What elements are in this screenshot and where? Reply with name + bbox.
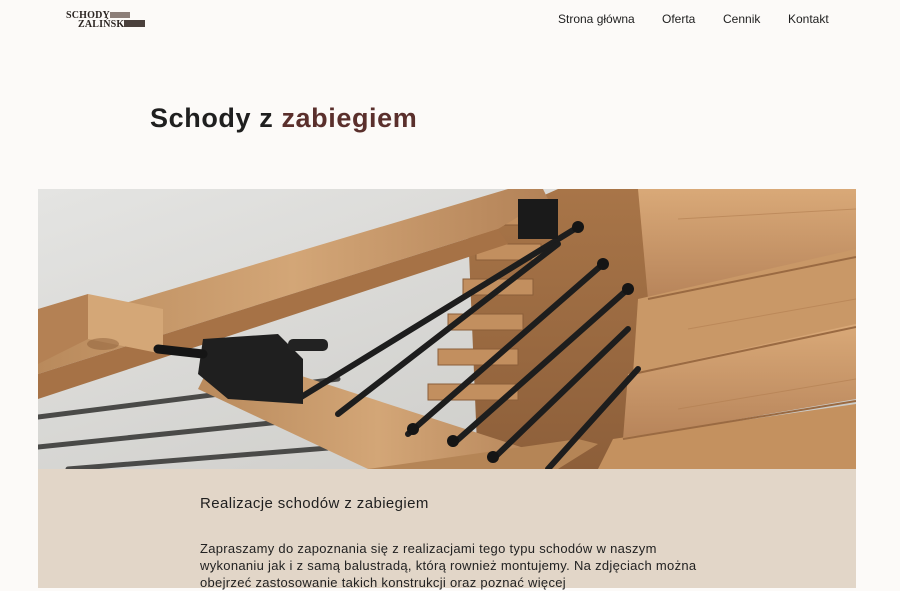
staircase-photo-illustration xyxy=(38,189,856,469)
nav-link-home[interactable]: Strona główna xyxy=(558,11,635,27)
nav-link-contact[interactable]: Kontakt xyxy=(788,11,829,27)
hero-image-stairs xyxy=(38,189,856,469)
page-title-accent: zabiegiem xyxy=(281,103,418,133)
nav-link-pricing[interactable]: Cennik xyxy=(723,11,760,27)
section-description: Zapraszamy do zapoznania się z realizacj… xyxy=(200,541,697,590)
site-header: SCHODY ZALIŃSKI Strona główna Oferta Cen… xyxy=(0,0,900,40)
page-title-plain: Schody z xyxy=(150,103,282,133)
main-nav: Strona główna Oferta Cennik Kontakt xyxy=(0,11,900,27)
section-title: Realizacje schodów z zabiegiem xyxy=(200,495,429,512)
page-title: Schody z zabiegiem xyxy=(150,100,417,136)
nav-link-offer[interactable]: Oferta xyxy=(662,11,695,27)
realizations-section: Realizacje schodów z zabiegiem Zapraszam… xyxy=(38,469,856,590)
